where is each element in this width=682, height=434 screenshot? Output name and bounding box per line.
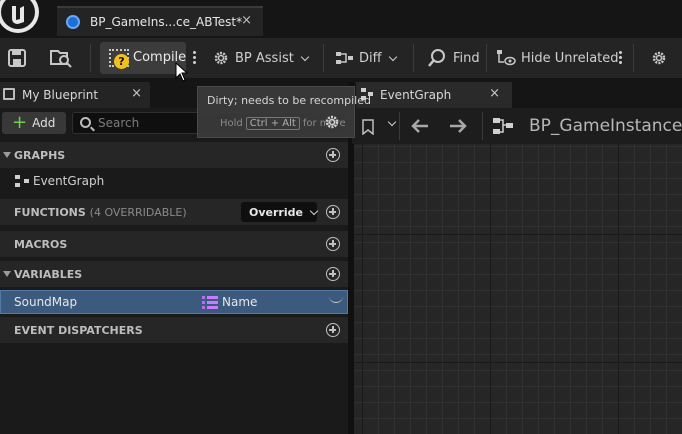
plus-icon: + — [12, 112, 28, 133]
list-item-eventgraph[interactable]: EventGraph — [0, 170, 348, 192]
add-macro-icon[interactable] — [326, 237, 340, 251]
chevron-down-icon[interactable] — [387, 117, 397, 127]
gear-icon — [325, 115, 339, 129]
add-event-dispatcher-icon[interactable] — [326, 323, 340, 337]
toolbar-separator — [90, 44, 91, 72]
event-dispatchers-title: EVENT DISPATCHERS — [14, 323, 143, 337]
toolbar-separator — [399, 112, 400, 140]
title-bar: BP_GameIns...ce_ABTest* × — [0, 0, 682, 38]
gear-icon — [214, 51, 228, 65]
eventgraph-tab[interactable]: EventGraph × — [356, 82, 512, 108]
book-icon — [3, 88, 15, 100]
name-type-icon — [202, 296, 218, 310]
variable-row-soundmap[interactable]: SoundMap Name — [0, 290, 348, 314]
forward-arrow-icon[interactable] — [448, 118, 468, 134]
back-arrow-icon[interactable] — [410, 118, 430, 134]
event-graph-canvas[interactable] — [354, 144, 682, 434]
close-icon[interactable]: × — [489, 86, 500, 101]
warning-question-icon: ? — [114, 54, 129, 69]
graph-breadcrumb[interactable]: BP_GameInstance — [529, 116, 682, 136]
add-function-icon[interactable] — [326, 205, 340, 219]
macros-title: MACROS — [14, 237, 68, 251]
compile-options-icon[interactable] — [193, 49, 197, 66]
diff-button[interactable]: Diff — [335, 38, 397, 78]
toolbar-separator — [482, 112, 483, 140]
chevron-down-icon — [388, 52, 397, 61]
override-dropdown[interactable]: Override — [241, 202, 319, 222]
graph-icon — [493, 118, 513, 134]
document-tab-label: BP_GameIns...ce_ABTest* — [90, 15, 243, 29]
graphs-section-header[interactable]: GRAPHS — [0, 142, 348, 168]
variable-name: SoundMap — [14, 295, 78, 309]
blueprint-document-tab[interactable]: BP_GameIns...ce_ABTest* × — [57, 6, 263, 36]
functions-section-header[interactable]: FUNCTIONS (4 OVERRIDABLE) Override — [0, 199, 348, 225]
hide-unrelated-button[interactable]: Hide Unrelated — [496, 38, 619, 78]
macros-section-header[interactable]: MACROS — [0, 231, 348, 257]
more-options-icon[interactable] — [619, 49, 623, 66]
diff-icon — [336, 52, 353, 64]
hide-unrelated-icon — [497, 50, 516, 66]
find-label: Find — [453, 50, 480, 66]
bp-assist-button[interactable]: BP Assist — [212, 38, 310, 78]
add-button[interactable]: + Add — [2, 112, 66, 134]
variables-title: VARIABLES — [14, 267, 83, 281]
collapse-arrow-icon[interactable] — [3, 271, 11, 277]
diff-label: Diff — [359, 50, 382, 66]
shortcut-key: Ctrl + Alt — [245, 117, 300, 130]
my-blueprint-tab[interactable]: My Blueprint × — [0, 82, 150, 108]
add-graph-icon[interactable] — [326, 148, 340, 162]
my-blueprint-tab-label: My Blueprint — [22, 88, 99, 102]
browse-icon[interactable] — [49, 48, 73, 68]
my-blueprint-panel: + Add GRAPHS EventGraph FUNCTIONS (4 OVE… — [0, 108, 348, 434]
toolbar-separator — [413, 44, 414, 72]
mouse-cursor-icon — [175, 62, 189, 82]
collapse-arrow-icon[interactable] — [3, 152, 11, 158]
functions-overridable-count: (4 OVERRIDABLE) — [89, 205, 187, 219]
blueprint-toolbar: ? Compile BP Assist Diff Find Hide Unrel… — [0, 38, 682, 78]
unreal-logo-icon[interactable] — [0, 0, 40, 34]
toolbar-separator — [486, 44, 487, 72]
save-icon[interactable] — [8, 49, 26, 67]
eventgraph-tab-label: EventGraph — [380, 88, 452, 102]
find-icon — [428, 49, 445, 67]
variable-type[interactable]: Name — [222, 295, 257, 309]
close-icon[interactable]: × — [131, 86, 142, 101]
gear-icon[interactable] — [650, 49, 668, 67]
chevron-down-icon — [300, 52, 310, 61]
variables-section-header[interactable]: VARIABLES — [0, 261, 348, 287]
compile-button[interactable]: ? Compile — [100, 42, 186, 74]
search-icon — [80, 117, 91, 128]
close-icon[interactable]: × — [241, 13, 252, 28]
override-label: Override — [249, 205, 303, 219]
bp-assist-label: BP Assist — [235, 50, 294, 66]
blueprint-class-icon — [66, 15, 80, 29]
chevron-down-icon — [309, 206, 319, 215]
eventgraph-label: EventGraph — [33, 174, 105, 188]
visibility-eye-icon[interactable] — [329, 295, 343, 303]
toolbar-separator — [323, 44, 324, 72]
event-dispatchers-section-header[interactable]: EVENT DISPATCHERS — [0, 317, 348, 343]
hide-unrelated-label: Hide Unrelated — [521, 50, 619, 66]
graphs-title: GRAPHS — [14, 148, 66, 162]
add-variable-icon[interactable] — [326, 267, 340, 281]
functions-title: FUNCTIONS (4 OVERRIDABLE) — [14, 205, 187, 219]
tooltip-message: Dirty; needs to be recompiled — [207, 94, 371, 107]
graph-icon — [15, 175, 29, 187]
toolbar-separator — [633, 44, 634, 72]
add-label: Add — [32, 116, 56, 130]
find-button[interactable]: Find — [427, 38, 480, 78]
bookmark-icon[interactable] — [362, 119, 374, 135]
